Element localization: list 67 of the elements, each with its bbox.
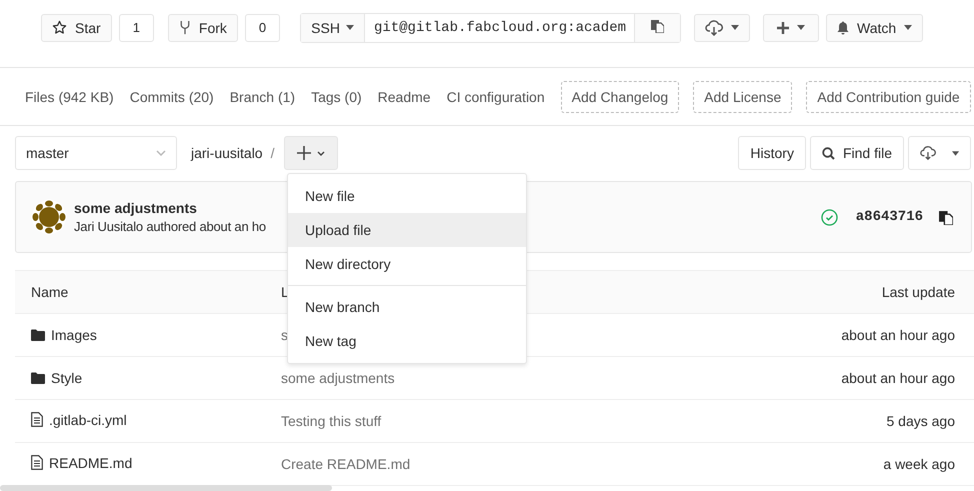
nav-link[interactable]: Readme bbox=[378, 88, 431, 104]
fork-count[interactable]: 0 bbox=[244, 14, 280, 42]
caret-icon bbox=[952, 150, 959, 156]
history-button[interactable]: History bbox=[738, 136, 806, 170]
updated-time: about an hour ago bbox=[841, 370, 955, 386]
file-name-link[interactable]: Style bbox=[51, 370, 82, 386]
horizontal-scrollbar[interactable] bbox=[0, 485, 332, 491]
avatar-icon bbox=[32, 200, 66, 234]
commit-message-link[interactable]: Testing this stuff bbox=[281, 413, 382, 429]
cloud-download-icon bbox=[705, 20, 723, 36]
column-header: Name bbox=[31, 284, 68, 300]
watch-button[interactable]: Watch bbox=[826, 14, 924, 42]
breadcrumb-link[interactable]: jari-uusitalo bbox=[191, 145, 263, 161]
updated-time: a week ago bbox=[883, 456, 955, 472]
add-file-button[interactable]: Add Contribution guide bbox=[806, 80, 971, 112]
commit-message-link[interactable]: Create README.md bbox=[281, 456, 410, 472]
nav-link[interactable]: Tags (0) bbox=[311, 88, 362, 104]
commit-meta: Jari Uusitalo authored about an ho bbox=[74, 219, 266, 234]
commit-message-link[interactable]: some adjustments bbox=[281, 370, 395, 386]
add-file-button[interactable]: Add License bbox=[693, 80, 792, 112]
commit-title[interactable]: some adjustments bbox=[74, 200, 266, 216]
menu-item[interactable]: New file bbox=[288, 179, 526, 213]
file-name-link[interactable]: README.md bbox=[49, 454, 132, 471]
menu-item[interactable]: Upload file bbox=[288, 213, 526, 247]
status-check-icon[interactable] bbox=[820, 208, 838, 226]
nav-link[interactable]: CI configuration bbox=[446, 88, 545, 104]
nav-link[interactable]: Files (942 KB) bbox=[25, 88, 114, 104]
file-name-link[interactable]: Images bbox=[51, 326, 97, 342]
bell-icon bbox=[837, 20, 849, 34]
branch-select[interactable]: master bbox=[15, 136, 177, 170]
chevron-down-icon bbox=[156, 150, 166, 156]
chevron-down-icon bbox=[317, 150, 326, 156]
menu-item[interactable]: New tag bbox=[288, 324, 526, 358]
caret-icon bbox=[904, 25, 912, 30]
nav-link[interactable]: Commits (20) bbox=[130, 88, 214, 104]
caret-icon bbox=[797, 25, 805, 30]
star-button[interactable]: Star bbox=[41, 14, 112, 42]
add-button[interactable] bbox=[284, 136, 338, 170]
download-button[interactable] bbox=[908, 136, 971, 170]
search-icon bbox=[822, 146, 835, 160]
copy-icon[interactable] bbox=[939, 210, 953, 224]
plus-icon bbox=[777, 22, 789, 34]
file-name-link[interactable]: .gitlab-ci.yml bbox=[49, 412, 127, 428]
column-header: Last update bbox=[882, 284, 955, 300]
menu-item[interactable]: New directory bbox=[288, 247, 526, 281]
menu-item[interactable]: New branch bbox=[288, 290, 526, 324]
plus-icon bbox=[297, 146, 312, 160]
folder-icon bbox=[31, 328, 45, 340]
fork-icon bbox=[178, 20, 191, 35]
file-icon bbox=[31, 455, 43, 470]
cloud-download-icon bbox=[920, 145, 936, 161]
file-icon bbox=[31, 412, 43, 428]
add-file-button[interactable]: Add Changelog bbox=[560, 80, 680, 112]
nav-link[interactable]: Branch (1) bbox=[230, 88, 296, 104]
commit-sha[interactable]: a8643716 bbox=[856, 209, 923, 225]
download-button[interactable] bbox=[694, 14, 750, 42]
star-count[interactable]: 1 bbox=[118, 14, 154, 42]
find-file-button[interactable]: Find file bbox=[810, 136, 904, 170]
path-separator: / bbox=[270, 145, 274, 161]
updated-time: about an hour ago bbox=[841, 327, 955, 343]
commit-message-link[interactable]: s bbox=[281, 327, 288, 343]
star-icon bbox=[52, 20, 67, 35]
folder-icon bbox=[31, 372, 45, 384]
updated-time: 5 days ago bbox=[886, 413, 955, 429]
new-button[interactable] bbox=[763, 14, 819, 42]
fork-button[interactable]: Fork bbox=[168, 14, 238, 42]
caret-icon bbox=[731, 25, 739, 30]
